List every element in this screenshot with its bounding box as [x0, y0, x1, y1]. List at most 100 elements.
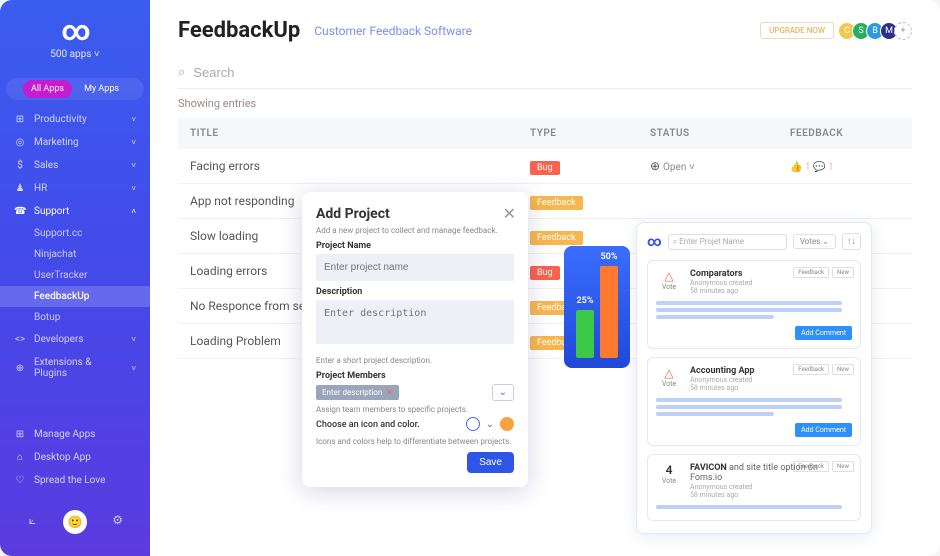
- sidebar-item-marketing[interactable]: ◎Marketing˅: [0, 131, 150, 154]
- vote-box[interactable]: 4Vote: [656, 463, 682, 499]
- sidebar-item-sales[interactable]: $Sales˅: [0, 154, 150, 177]
- logo-icon: ∞: [0, 14, 150, 47]
- save-button[interactable]: Save: [467, 452, 514, 473]
- search-icon: ⌕: [178, 65, 185, 80]
- mini-chart: 25% 50%: [564, 246, 630, 368]
- nav-icon: <>: [14, 334, 26, 345]
- col-title: TITLE: [190, 128, 530, 139]
- chevron-icon: ˅: [131, 364, 136, 373]
- sidebar-item-hr[interactable]: ♟HR˅: [0, 177, 150, 200]
- upgrade-button[interactable]: UPGRADE NOW: [760, 22, 834, 39]
- project-name-label: Project Name: [316, 241, 514, 251]
- rocket-icon[interactable]: ⟀: [22, 510, 42, 530]
- nav-icon: ☎: [14, 206, 26, 217]
- chevron-down-icon[interactable]: ⌄: [486, 419, 494, 430]
- chevron-icon: ˅: [131, 184, 136, 193]
- chip-remove-icon[interactable]: ✕: [386, 388, 393, 397]
- sidebar-subitem-botup[interactable]: Botup: [0, 307, 150, 328]
- chevron-icon: ˅: [131, 115, 136, 124]
- feedback-card[interactable]: FeedbackNew4VoteFAVICON and site title o…: [647, 454, 861, 521]
- nav-icon: ⌂: [14, 452, 26, 463]
- votes-dropdown[interactable]: Votes ⌄: [793, 234, 836, 249]
- type-tag: Feedback: [530, 231, 583, 245]
- nav-icon: ♡: [14, 475, 26, 486]
- search-input[interactable]: [193, 65, 912, 80]
- nav-label: Developers: [34, 334, 123, 345]
- vote-box[interactable]: △Vote: [656, 366, 682, 392]
- chevron-icon: ˄: [131, 207, 136, 216]
- nav-label: Sales: [34, 160, 123, 171]
- search-icon: ⌕: [673, 237, 677, 247]
- vote-icon[interactable]: △: [656, 366, 682, 380]
- table-row[interactable]: Facing errorsBug⊕ Open ˅👍 1 💬 1: [178, 149, 912, 184]
- sidebar-subitem-support.cc[interactable]: Support.cc: [0, 223, 150, 244]
- sidebar-subitem-usertracker[interactable]: UserTracker: [0, 265, 150, 286]
- chart-bar-1: 25%: [576, 310, 594, 358]
- card-tag: New: [832, 364, 854, 375]
- card-tag: New: [832, 461, 854, 472]
- card-meta: Anonymous created: [690, 279, 852, 287]
- feedback-panel: ∞ ⌕ Enter Projet Name Votes ⌄ ↑↓ Feedbac…: [636, 222, 872, 534]
- sidebar-subitem-ninjachat[interactable]: Ninjachat: [0, 244, 150, 265]
- sidebar-item-manage-apps[interactable]: ⊞ Manage Apps: [0, 423, 150, 446]
- nav-icon: ⊞: [14, 429, 26, 440]
- description-hint: Enter a short project description.: [316, 356, 514, 365]
- brand-dropdown[interactable]: 500 apps: [0, 49, 150, 60]
- card-meta: 58 minutes ago: [690, 491, 852, 499]
- status-icon: ⊕: [650, 159, 660, 173]
- nav-icon: ◎: [14, 137, 26, 148]
- gear-icon[interactable]: ⚙: [108, 510, 128, 530]
- vote-box[interactable]: △Vote: [656, 269, 682, 295]
- project-name-input[interactable]: [316, 254, 514, 281]
- members-hint: Assign team members to specific projects…: [316, 405, 514, 414]
- sidebar-item-extensions-&-plugins[interactable]: ⊕Extensions & Plugins˅: [0, 351, 150, 385]
- card-meta: 58 minutes ago: [690, 384, 852, 392]
- card-meta: Anonymous created: [690, 483, 852, 491]
- nav-label: Manage Apps: [34, 429, 136, 440]
- chart-bar-2: 50%: [600, 266, 618, 358]
- user-avatar[interactable]: 🙂: [63, 510, 87, 534]
- description-input[interactable]: [316, 300, 514, 344]
- sidebar-subitem-feedbackup[interactable]: FeedbackUp: [0, 286, 150, 307]
- add-comment-button[interactable]: Add Comment: [795, 423, 852, 437]
- feedback-card[interactable]: FeedbackNew△VoteAccounting AppAnonymous …: [647, 357, 861, 446]
- tab-my-apps[interactable]: My Apps: [76, 80, 127, 98]
- card-tag: New: [832, 267, 854, 278]
- panel-search[interactable]: ⌕ Enter Projet Name: [668, 234, 787, 250]
- sidebar-item-productivity[interactable]: ⊞Productivity˅: [0, 108, 150, 131]
- member-chip[interactable]: Enter description✕: [316, 385, 399, 400]
- feedback-card[interactable]: FeedbackNew△VoteComparatorsAnonymous cre…: [647, 260, 861, 349]
- type-tag: Bug: [530, 266, 560, 280]
- row-title: Facing errors: [190, 159, 530, 173]
- page-title: FeedbackUp: [178, 18, 300, 43]
- add-avatar[interactable]: ✦: [894, 22, 912, 40]
- type-tag: Feedback: [530, 196, 583, 210]
- add-project-modal: ✕ Add Project Add a new project to colle…: [302, 192, 528, 487]
- card-meta: Anonymous created: [690, 376, 852, 384]
- nav-label: HR: [34, 183, 123, 194]
- card-tag: Feedback: [793, 461, 829, 472]
- vote-icon[interactable]: △: [656, 269, 682, 283]
- sidebar-item-desktop-app[interactable]: ⌂Desktop App: [0, 446, 150, 469]
- sidebar-item-developers[interactable]: <> Developers ˅: [0, 328, 150, 351]
- col-type: TYPE: [530, 128, 650, 139]
- add-comment-button[interactable]: Add Comment: [795, 326, 852, 340]
- tab-all-apps[interactable]: All Apps: [23, 80, 72, 98]
- table-row[interactable]: App not respondingFeedback: [178, 184, 912, 219]
- status-dropdown[interactable]: Open ˅: [663, 162, 695, 173]
- sort-button[interactable]: ↑↓: [842, 233, 861, 250]
- panel-logo-icon: ∞: [647, 234, 662, 250]
- sidebar: ∞ 500 apps All Apps My Apps ⊞Productivit…: [0, 0, 150, 556]
- card-tag: Feedback: [793, 364, 829, 375]
- color-option-orange[interactable]: [500, 417, 514, 431]
- showing-entries: Showing entries: [178, 97, 912, 110]
- chevron-icon: ˅: [131, 335, 136, 344]
- col-feedback: FEEDBACK: [790, 128, 900, 139]
- members-label: Project Members: [316, 371, 514, 381]
- color-option-blue[interactable]: [466, 417, 480, 431]
- close-icon[interactable]: ✕: [503, 204, 516, 223]
- sidebar-item-support[interactable]: ☎Support˄: [0, 200, 150, 223]
- sidebar-item-spread-the-love[interactable]: ♡Spread the Love: [0, 469, 150, 492]
- nav-icon: ⊕: [14, 363, 26, 374]
- members-dropdown[interactable]: ⌄: [492, 384, 514, 401]
